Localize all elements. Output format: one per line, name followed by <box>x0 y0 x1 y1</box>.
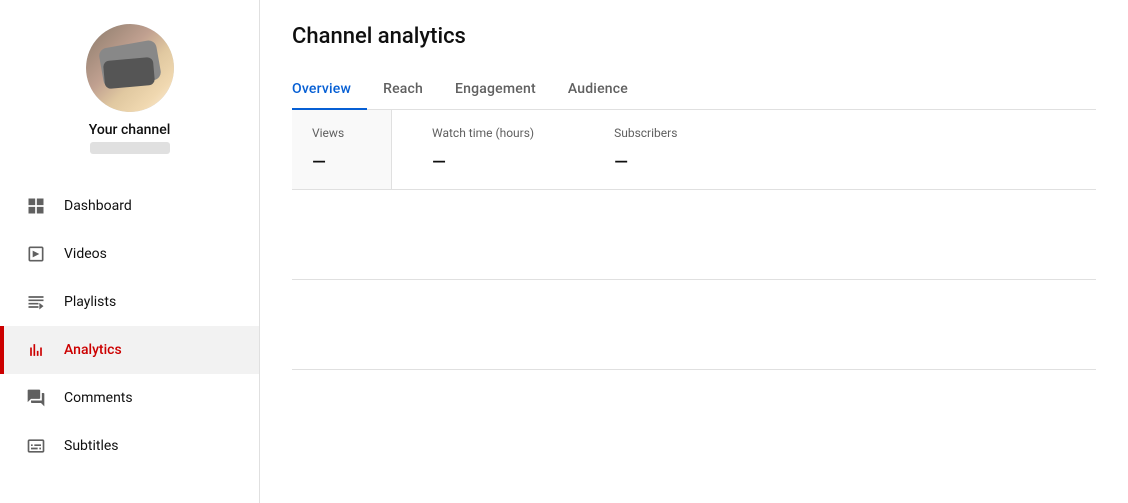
stat-subscribers-label: Subscribers <box>614 126 677 140</box>
dashboard-icon <box>24 194 48 218</box>
channel-handle <box>90 142 170 154</box>
sidebar-item-analytics-label: Analytics <box>64 342 122 358</box>
sidebar-item-videos-label: Videos <box>64 246 107 262</box>
playlists-icon <box>24 290 48 314</box>
stat-watchtime-value: — <box>432 152 534 173</box>
stat-subscribers-value: — <box>614 152 677 173</box>
stats-container: Views — Watch time (hours) — Subscribers… <box>292 110 1096 190</box>
videos-icon <box>24 242 48 266</box>
tabs-container: Overview Reach Engagement Audience <box>292 69 1096 110</box>
tab-reach[interactable]: Reach <box>367 69 439 109</box>
sidebar-item-playlists[interactable]: Playlists <box>0 278 259 326</box>
page-title: Channel analytics <box>292 24 1096 49</box>
stat-watchtime-label: Watch time (hours) <box>432 126 534 140</box>
sidebar-item-playlists-label: Playlists <box>64 294 116 310</box>
main-content: Channel analytics Overview Reach Engagem… <box>260 0 1128 503</box>
sidebar-item-comments-label: Comments <box>64 390 133 406</box>
sidebar-item-videos[interactable]: Videos <box>0 230 259 278</box>
sidebar-item-analytics[interactable]: Analytics <box>0 326 259 374</box>
channel-avatar <box>86 24 174 112</box>
chart-area-1 <box>292 190 1096 280</box>
tab-overview[interactable]: Overview <box>292 69 367 109</box>
stat-views[interactable]: Views — <box>292 110 392 189</box>
stat-subscribers[interactable]: Subscribers — <box>574 110 717 189</box>
stat-views-label: Views <box>312 126 371 140</box>
analytics-icon <box>24 338 48 362</box>
tab-engagement[interactable]: Engagement <box>439 69 552 109</box>
sidebar-item-dashboard-label: Dashboard <box>64 198 132 214</box>
stat-watchtime[interactable]: Watch time (hours) — <box>392 110 574 189</box>
stat-views-value: — <box>312 152 371 173</box>
sidebar-item-subtitles[interactable]: Subtitles <box>0 422 259 470</box>
chart-area-2 <box>292 280 1096 370</box>
channel-name: Your channel <box>89 122 171 138</box>
sidebar: Your channel Dashboard Videos <box>0 0 260 503</box>
tab-audience[interactable]: Audience <box>552 69 644 109</box>
comments-icon <box>24 386 48 410</box>
sidebar-item-subtitles-label: Subtitles <box>64 438 119 454</box>
subtitles-icon <box>24 434 48 458</box>
sidebar-nav: Dashboard Videos Playlists <box>0 182 259 470</box>
sidebar-item-comments[interactable]: Comments <box>0 374 259 422</box>
avatar-image <box>86 24 174 112</box>
sidebar-item-dashboard[interactable]: Dashboard <box>0 182 259 230</box>
